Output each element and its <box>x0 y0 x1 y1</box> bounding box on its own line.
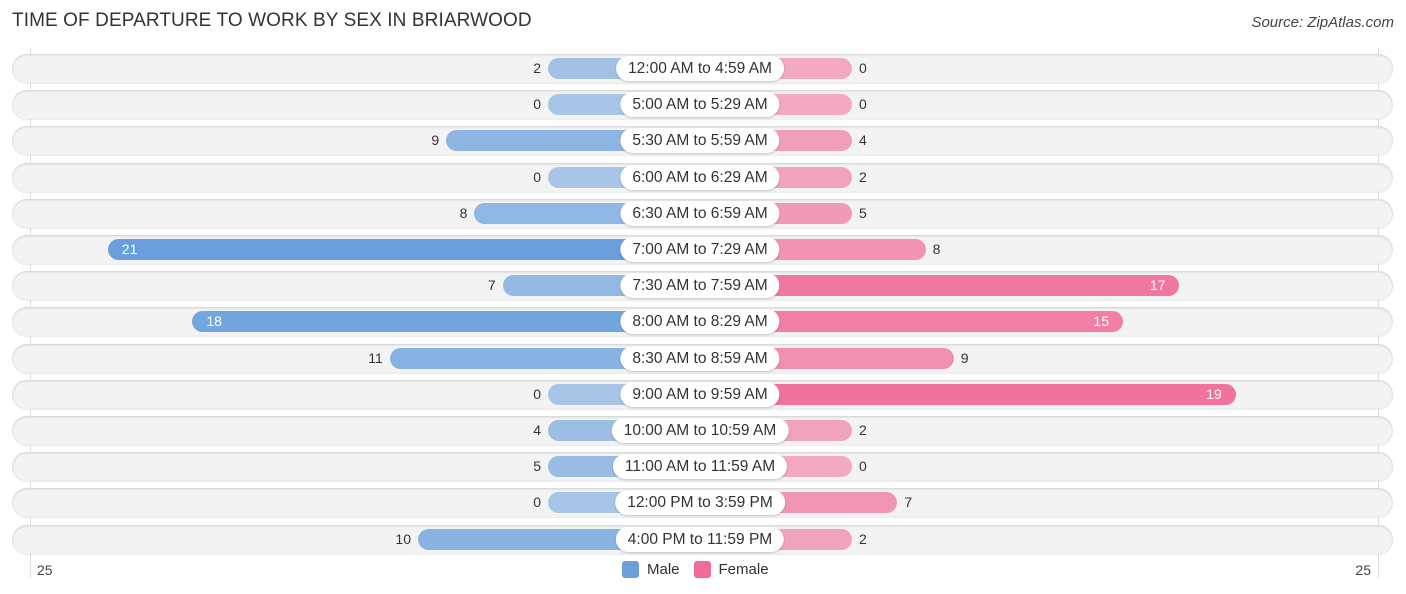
category-label: 12:00 PM to 3:59 PM <box>615 490 785 516</box>
value-label-female: 8 <box>932 241 941 257</box>
value-label-female: 0 <box>859 96 867 113</box>
value-label-male: 0 <box>533 494 541 511</box>
value-label-male: 9 <box>431 132 440 149</box>
chart: TIME OF DEPARTURE TO WORK BY SEX IN BRIA… <box>0 0 1406 594</box>
category-label: 12:00 AM to 4:59 AM <box>616 56 784 81</box>
category-label: 10:00 AM to 10:59 AM <box>611 418 789 443</box>
value-label-female: 17 <box>1149 277 1166 294</box>
value-label-male: 8 <box>459 204 468 221</box>
value-label-female: 2 <box>859 168 867 185</box>
legend-swatch-female <box>693 561 711 578</box>
value-label-male: 18 <box>206 313 222 330</box>
legend-swatch-male <box>622 561 639 578</box>
legend-label-male: Male <box>647 561 680 578</box>
axis-label-left: 25 <box>37 562 53 578</box>
source-label: Source: ZipAtlas.com <box>1251 14 1394 31</box>
category-label: 7:00 AM to 7:29 AM <box>620 237 780 262</box>
chart-title: TIME OF DEPARTURE TO WORK BY SEX IN BRIA… <box>12 10 532 31</box>
bar-female <box>700 383 1236 405</box>
value-label-female: 19 <box>1206 385 1222 402</box>
category-label: 11:00 AM to 11:59 AM <box>612 454 788 480</box>
category-label: 4:00 PM to 11:59 PM <box>615 526 785 552</box>
category-label: 6:00 AM to 6:29 AM <box>620 164 780 190</box>
category-label: 9:00 AM to 9:59 AM <box>620 381 780 407</box>
value-label-male: 0 <box>533 168 541 185</box>
category-label: 8:30 AM to 8:59 AM <box>620 345 780 371</box>
category-label: 6:30 AM to 6:59 AM <box>620 200 780 226</box>
category-label: 8:00 AM to 8:29 AM <box>620 309 780 335</box>
category-label: 7:30 AM to 7:59 AM <box>620 273 780 299</box>
axis-label-right: 25 <box>1355 562 1371 578</box>
value-label-female: 7 <box>904 494 913 511</box>
value-label-female: 2 <box>859 422 867 438</box>
value-label-male: 0 <box>533 96 541 113</box>
category-label: 5:00 AM to 5:29 AM <box>620 92 780 118</box>
value-label-female: 2 <box>859 530 867 547</box>
value-label-female: 5 <box>859 204 867 221</box>
value-label-female: 0 <box>859 458 867 475</box>
value-label-female: 0 <box>859 60 867 76</box>
value-label-male: 21 <box>121 241 138 257</box>
value-label-male: 10 <box>395 530 411 547</box>
value-label-male: 2 <box>533 60 541 76</box>
legend-label-female: Female <box>718 561 769 578</box>
value-label-male: 7 <box>487 277 496 294</box>
legend: Male Female <box>622 561 769 578</box>
category-label: 5:30 AM to 5:59 AM <box>620 128 780 154</box>
value-label-male: 5 <box>533 458 541 475</box>
value-label-female: 15 <box>1093 313 1109 330</box>
bar-male <box>107 239 700 260</box>
value-label-male: 4 <box>533 422 541 438</box>
value-label-female: 9 <box>960 349 969 366</box>
value-label-male: 11 <box>368 349 383 366</box>
value-label-male: 0 <box>533 385 541 402</box>
value-label-female: 4 <box>859 132 867 149</box>
